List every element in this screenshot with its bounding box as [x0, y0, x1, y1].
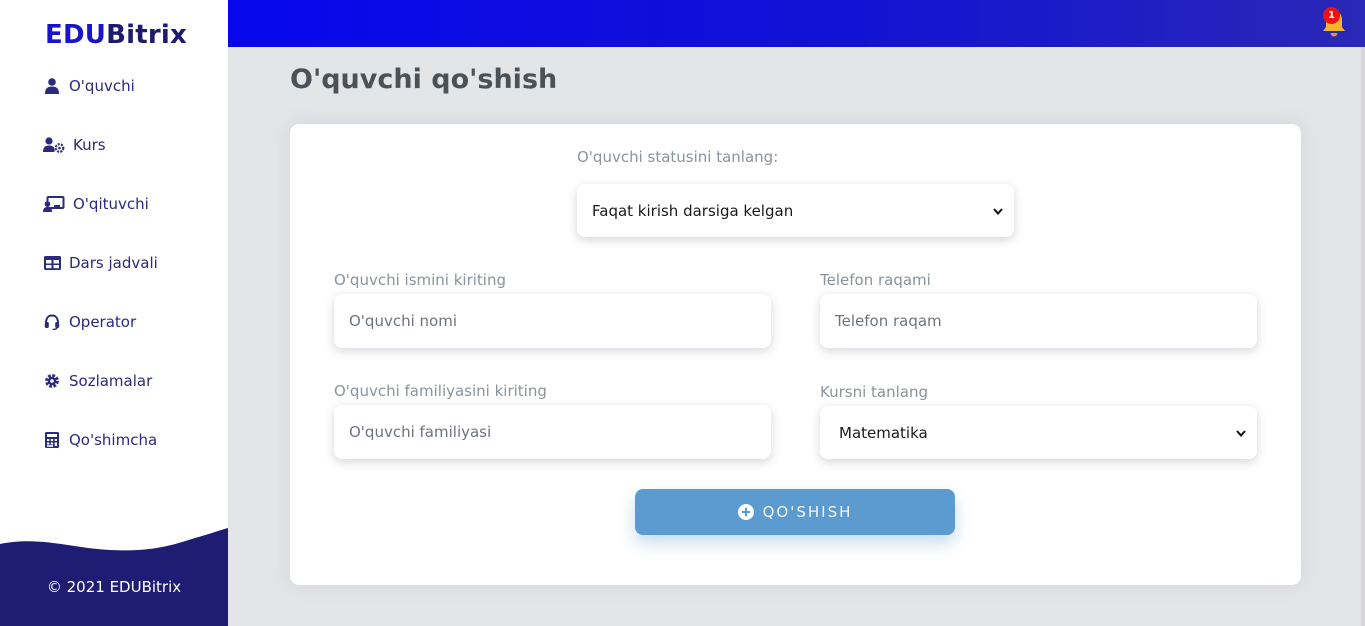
- user-gear-icon: [43, 136, 65, 154]
- course-select[interactable]: Matematika: [820, 406, 1257, 459]
- calculator-icon: [43, 431, 61, 449]
- sidebar-item-label: Sozlamalar: [69, 372, 153, 390]
- copyright-text: © 2021 EDUBitrix: [46, 578, 182, 596]
- brand-logo[interactable]: EDUBitrix: [45, 20, 187, 50]
- notification-count-badge: 1: [1323, 7, 1340, 24]
- brand-part-1: EDU: [45, 20, 107, 50]
- wave-decoration: [0, 528, 228, 626]
- phone-input[interactable]: [835, 312, 1257, 330]
- chalkboard-teacher-icon: [43, 195, 65, 213]
- surname-label: O'quvchi familiyasini kiriting: [334, 382, 547, 400]
- user-icon: [43, 77, 61, 95]
- scrollbar[interactable]: [1361, 47, 1365, 626]
- brand-part-2: Bitrix: [106, 20, 187, 50]
- sidebar-item-label: Qo'shimcha: [69, 431, 158, 449]
- sidebar-footer: © 2021 EDUBitrix: [0, 526, 228, 626]
- sidebar-item-qoshimcha[interactable]: Qo'shimcha: [43, 428, 157, 452]
- sidebar-item-label: Kurs: [73, 136, 106, 154]
- surname-field[interactable]: [334, 405, 771, 459]
- phone-label: Telefon raqami: [820, 271, 931, 289]
- sidebar-item-label: O'quvchi: [69, 77, 135, 95]
- add-student-form: O'quvchi statusini tanlang: Faqat kirish…: [290, 124, 1301, 585]
- chevron-down-icon: [992, 205, 1004, 217]
- course-selected-value: Matematika: [839, 423, 928, 442]
- name-field[interactable]: [334, 294, 771, 348]
- sidebar-item-label: O'qituvchi: [73, 195, 149, 213]
- chevron-down-icon: [1235, 427, 1247, 439]
- plus-circle-icon: [737, 504, 754, 520]
- sidebar: EDUBitrix O'quvchi Kurs O'qituvchi Dars …: [0, 0, 228, 626]
- phone-field[interactable]: [820, 294, 1257, 348]
- gear-icon: [43, 372, 61, 390]
- status-select[interactable]: Faqat kirish darsiga kelgan: [577, 184, 1014, 237]
- add-student-button[interactable]: QO'SHISH: [635, 489, 955, 535]
- sidebar-item-kurs[interactable]: Kurs: [43, 133, 106, 157]
- status-selected-value: Faqat kirish darsiga kelgan: [592, 201, 794, 220]
- sidebar-item-operator[interactable]: Operator: [43, 310, 136, 334]
- name-input[interactable]: [349, 312, 771, 330]
- status-label: O'quvchi statusini tanlang:: [577, 148, 779, 166]
- sidebar-item-dars-jadvali[interactable]: Dars jadvali: [43, 251, 158, 275]
- table-icon: [43, 254, 61, 272]
- add-student-button-label: QO'SHISH: [762, 503, 853, 521]
- surname-input[interactable]: [349, 423, 771, 441]
- page-title: O'quvchi qo'shish: [290, 64, 558, 95]
- sidebar-item-oqituvchi[interactable]: O'qituvchi: [43, 192, 149, 216]
- sidebar-item-label: Dars jadvali: [69, 254, 158, 272]
- sidebar-item-oquvchi[interactable]: O'quvchi: [43, 74, 135, 98]
- topbar: 1: [228, 0, 1365, 47]
- sidebar-item-label: Operator: [69, 313, 137, 331]
- notification-bell[interactable]: 1: [1319, 6, 1349, 38]
- sidebar-item-sozlamalar[interactable]: Sozlamalar: [43, 369, 152, 393]
- headset-icon: [43, 313, 61, 331]
- name-label: O'quvchi ismini kiriting: [334, 271, 506, 289]
- course-label: Kursni tanlang: [820, 383, 928, 401]
